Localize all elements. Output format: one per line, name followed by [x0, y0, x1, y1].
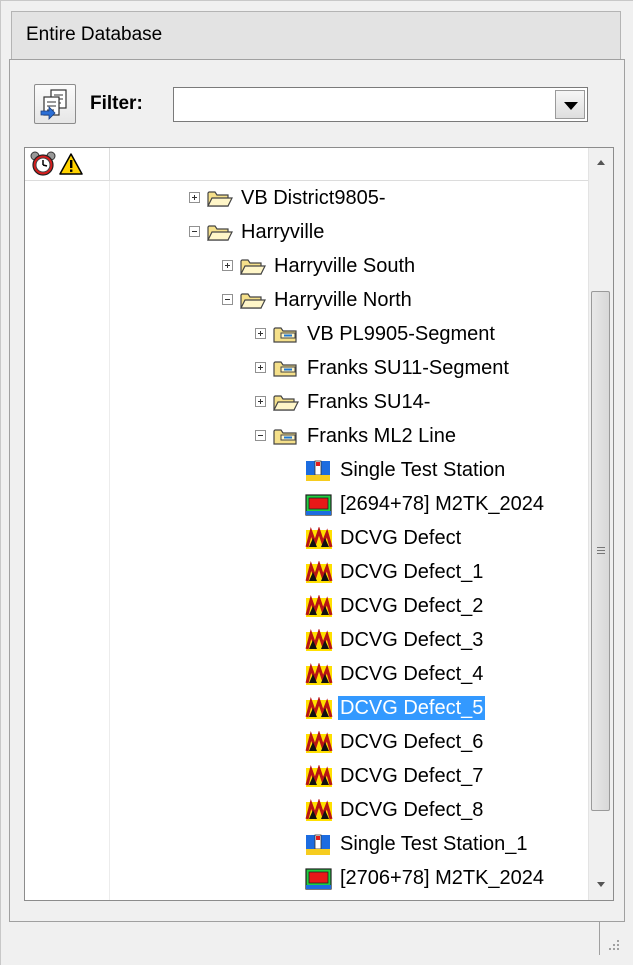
collapse-icon[interactable]	[222, 294, 233, 305]
tree-row[interactable]: DCVG Defect_8	[25, 793, 590, 827]
tree-item-label[interactable]: VB PL9905-Segment	[305, 322, 497, 346]
tree-item-label[interactable]: DCVG Defect_1	[338, 560, 485, 584]
tree-item-label[interactable]: DCVG Defect_5	[338, 696, 486, 720]
folder-icon	[206, 221, 234, 243]
resize-grip-icon[interactable]	[605, 936, 621, 952]
expand-icon[interactable]	[189, 192, 200, 203]
expand-icon[interactable]	[255, 328, 266, 339]
copy-report-button[interactable]	[34, 84, 76, 124]
tree-item-label[interactable]: Single Test Station_1	[338, 832, 530, 856]
test-station-icon	[305, 833, 333, 855]
vertical-scrollbar[interactable]	[588, 148, 613, 900]
collapse-icon[interactable]	[255, 430, 266, 441]
thumb-grip-line	[597, 547, 605, 548]
status-bar	[9, 921, 625, 956]
folder-icon	[239, 255, 267, 277]
toolbar: Filter:	[10, 60, 624, 146]
tree-view[interactable]: VB District9805- Harryville Harryville Sou…	[24, 147, 614, 901]
dcvg-defect-icon	[305, 764, 333, 787]
rectifier-icon	[305, 867, 333, 890]
pipeline-segment-icon	[272, 323, 300, 345]
folder-icon	[239, 289, 267, 311]
filter-combobox[interactable]	[173, 87, 588, 122]
tree-item-label[interactable]: DCVG Defect_4	[338, 662, 485, 686]
filter-dropdown-button[interactable]	[555, 90, 585, 119]
tree-item-label[interactable]: Harryville South	[272, 254, 417, 278]
header-separator	[109, 148, 110, 180]
tree-item-label[interactable]: [2694+78] M2TK_2024	[338, 492, 546, 516]
dcvg-defect-icon	[305, 662, 333, 685]
tree-item-label[interactable]: DCVG Defect_6	[338, 730, 485, 754]
tree-item-label[interactable]: [2706+78] M2TK_2024	[338, 866, 546, 890]
tree-row[interactable]: Harryville	[25, 215, 590, 249]
tree-row[interactable]: DCVG Defect	[25, 521, 590, 555]
scroll-up-button[interactable]	[589, 152, 613, 174]
tree-row[interactable]: Single Test Station	[25, 453, 590, 487]
window-title: Entire Database	[26, 24, 163, 45]
tree-content: VB District9805- Harryville Harryville Sou…	[25, 181, 590, 900]
tree-row[interactable]: Harryville North	[25, 283, 590, 317]
tree-item-label[interactable]: Harryville North	[272, 288, 414, 312]
tree-item-label[interactable]: VB District9805-	[239, 186, 388, 210]
tree-row[interactable]: DCVG Defect_3	[25, 623, 590, 657]
tree-row[interactable]: DCVG Defect_6	[25, 725, 590, 759]
dcvg-defect-icon	[305, 730, 333, 753]
filter-label: Filter:	[90, 93, 143, 114]
panel-frame: Filter: VB District9805- Harryville Harr…	[9, 59, 625, 943]
scroll-thumb[interactable]	[591, 291, 610, 811]
dcvg-defect-icon	[305, 628, 333, 651]
tree-row[interactable]: DCVG Defect_5	[25, 691, 590, 725]
tree-header	[25, 148, 590, 181]
rectifier-icon	[305, 493, 333, 516]
tree-row[interactable]: DCVG Defect_1	[25, 555, 590, 589]
dcvg-defect-icon	[305, 526, 333, 549]
expand-icon[interactable]	[222, 260, 233, 271]
dcvg-defect-icon	[305, 696, 333, 719]
tree-row[interactable]: [2694+78] M2TK_2024	[25, 487, 590, 521]
dcvg-defect-icon	[305, 798, 333, 821]
copy-document-icon	[40, 89, 67, 120]
tree-row[interactable]: Franks SU11-Segment	[25, 351, 590, 385]
expand-icon[interactable]	[255, 396, 266, 407]
tree-row[interactable]: VB PL9905-Segment	[25, 317, 590, 351]
alarm-clock-icon[interactable]	[30, 151, 56, 177]
pipeline-segment-icon	[272, 425, 300, 447]
tree-item-label[interactable]: DCVG Defect_2	[338, 594, 485, 618]
tree-item-label[interactable]: Harryville	[239, 220, 326, 244]
tree-item-label[interactable]: DCVG Defect_3	[338, 628, 485, 652]
pipeline-segment-icon	[272, 357, 300, 379]
database-window: Entire Database Filter: VB District9805-…	[0, 0, 633, 965]
folder-icon	[272, 391, 300, 413]
tree-row[interactable]: [2706+78] M2TK_2024	[25, 861, 590, 895]
expand-icon[interactable]	[255, 362, 266, 373]
dcvg-defect-icon	[305, 560, 333, 583]
thumb-grip-line	[597, 553, 605, 554]
tree-item-label[interactable]: DCVG Defect	[338, 526, 463, 550]
tree-row[interactable]: DCVG Defect_7	[25, 759, 590, 793]
tree-row[interactable]: VB District9805-	[25, 181, 590, 215]
thumb-grip-line	[597, 550, 605, 551]
tree-item-label[interactable]: Franks ML2 Line	[305, 424, 458, 448]
filter-input[interactable]	[176, 90, 554, 117]
tree-row[interactable]: DCVG Defect_2	[25, 589, 590, 623]
title-bar: Entire Database	[11, 11, 621, 61]
tree-item-label[interactable]: Single Test Station	[338, 458, 507, 482]
tree-row[interactable]: Franks ML2 Line	[25, 419, 590, 453]
tree-item-label[interactable]: DCVG Defect_7	[338, 764, 485, 788]
folder-icon	[206, 187, 234, 209]
tree-row[interactable]: Single Test Station_1	[25, 827, 590, 861]
tree-row[interactable]: Harryville South	[25, 249, 590, 283]
tree-item-label[interactable]: Franks SU11-Segment	[305, 356, 511, 380]
tree-item-label[interactable]: Franks SU14-	[305, 390, 432, 414]
test-station-icon	[305, 459, 333, 481]
tree-row[interactable]: Franks SU14-	[25, 385, 590, 419]
tree-row[interactable]: DCVG Defect_4	[25, 657, 590, 691]
tree-item-label[interactable]: DCVG Defect_8	[338, 798, 485, 822]
dcvg-defect-icon	[305, 594, 333, 617]
scroll-down-button[interactable]	[589, 874, 613, 896]
collapse-icon[interactable]	[189, 226, 200, 237]
status-pane	[9, 922, 600, 955]
warning-icon[interactable]	[59, 153, 83, 175]
